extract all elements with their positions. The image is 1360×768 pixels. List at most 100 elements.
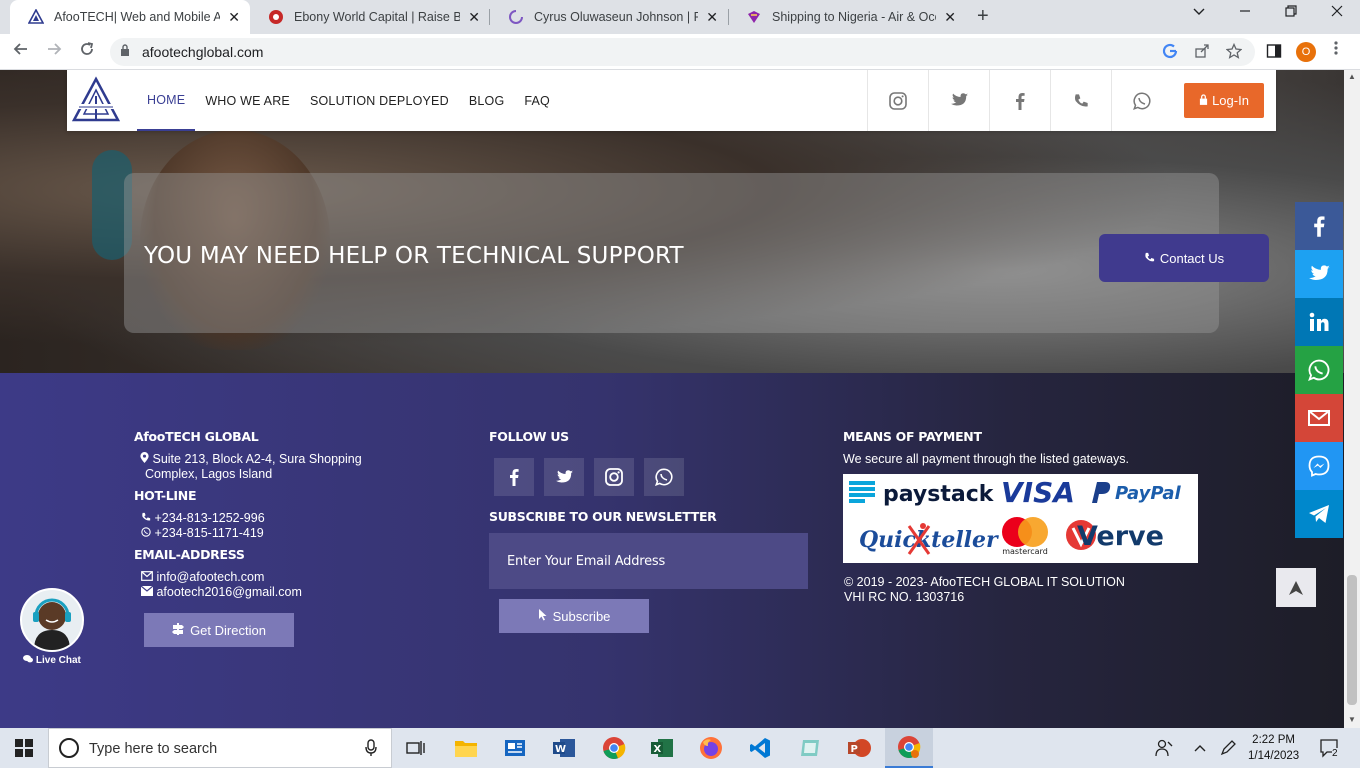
minimize-icon[interactable] xyxy=(1238,4,1252,23)
nav-home[interactable]: HOME xyxy=(137,70,196,131)
forward-arrow-icon[interactable] xyxy=(45,40,63,63)
browser-tab-afootech[interactable]: AfooTECH| Web and Mobile App ✕ xyxy=(10,0,250,34)
telegram-icon[interactable] xyxy=(1295,490,1343,538)
close-window-icon[interactable] xyxy=(1330,4,1344,23)
google-icon[interactable] xyxy=(1162,43,1178,62)
whatsapp-icon[interactable] xyxy=(1111,70,1172,131)
hotline-phone-1[interactable]: +234-813-1252-996 xyxy=(154,511,264,525)
facebook-icon[interactable] xyxy=(494,458,534,496)
email-link-2[interactable]: afootech2016@gmail.com xyxy=(156,585,301,599)
get-direction-button[interactable]: Get Direction xyxy=(144,613,294,647)
shipping-favicon-icon xyxy=(746,9,762,25)
generic-app-icon[interactable] xyxy=(796,734,824,762)
side-panel-icon[interactable] xyxy=(1266,43,1282,64)
nav-faq[interactable]: FAQ xyxy=(514,70,560,131)
chevron-up-icon[interactable] xyxy=(1186,734,1214,762)
loading-spinner-icon xyxy=(508,9,524,25)
close-tab-icon[interactable]: ✕ xyxy=(944,9,956,26)
page-scrollbar[interactable]: ▲ ▼ xyxy=(1344,70,1360,728)
tab-search-chevron-icon[interactable] xyxy=(1192,4,1206,23)
twitter-icon[interactable] xyxy=(928,70,989,131)
instagram-icon[interactable] xyxy=(594,458,634,496)
tab-title: Shipping to Nigeria - Air & Ocea xyxy=(772,10,937,24)
powerpoint-icon[interactable]: P xyxy=(845,734,873,762)
whatsapp-icon[interactable] xyxy=(644,458,684,496)
newsletter-email-input[interactable] xyxy=(489,533,808,589)
browser-tab-strip: AfooTECH| Web and Mobile App ✕ Ebony Wor… xyxy=(0,0,1360,34)
tab-title: AfooTECH| Web and Mobile App xyxy=(54,10,221,24)
nav-blog[interactable]: BLOG xyxy=(459,70,515,131)
whatsapp-icon[interactable] xyxy=(1295,346,1343,394)
reload-icon[interactable] xyxy=(78,40,96,63)
share-icon[interactable] xyxy=(1194,43,1210,62)
chrome-active-icon[interactable] xyxy=(885,728,933,768)
profile-avatar[interactable]: O xyxy=(1296,42,1316,62)
bookmark-star-icon[interactable] xyxy=(1225,42,1243,62)
afootech-logo[interactable] xyxy=(71,76,121,124)
twitter-icon[interactable] xyxy=(1295,250,1343,298)
notification-center-icon[interactable]: 2 xyxy=(1316,734,1344,762)
file-explorer-icon[interactable] xyxy=(452,734,480,762)
scrollbar-thumb[interactable] xyxy=(1347,575,1357,705)
notification-count: 2 xyxy=(1332,748,1338,759)
live-chat-label[interactable]: Live Chat xyxy=(20,655,84,666)
company-title: AfooTECH GLOBAL xyxy=(134,429,259,444)
messenger-icon[interactable] xyxy=(1295,442,1343,490)
live-chat-avatar[interactable] xyxy=(20,588,84,652)
firefox-icon[interactable] xyxy=(697,734,725,762)
support-banner: YOU MAY NEED HELP OR TECHNICAL SUPPORT xyxy=(124,173,1219,333)
word-icon[interactable]: W xyxy=(550,734,578,762)
back-arrow-icon[interactable] xyxy=(12,40,30,63)
close-tab-icon[interactable]: ✕ xyxy=(468,9,480,26)
email-address-title: EMAIL-ADDRESS xyxy=(134,547,245,562)
twitter-icon[interactable] xyxy=(544,458,584,496)
back-to-top-button[interactable] xyxy=(1276,568,1316,607)
people-icon[interactable] xyxy=(1150,734,1178,762)
chrome-icon[interactable] xyxy=(600,734,628,762)
visa-logo: VISA xyxy=(1001,476,1075,509)
instagram-icon[interactable] xyxy=(867,70,928,131)
restore-icon[interactable] xyxy=(1284,4,1298,23)
tab-title: Cyrus Oluwaseun Johnson | Perso xyxy=(534,10,699,24)
nav-solution-deployed[interactable]: SOLUTION DEPLOYED xyxy=(300,70,459,131)
task-view-icon[interactable] xyxy=(402,734,430,762)
windows-start-icon[interactable] xyxy=(10,734,38,762)
taskbar-search-placeholder: Type here to search xyxy=(89,741,218,757)
email-link-1[interactable]: info@afootech.com xyxy=(156,570,264,584)
subscribe-button[interactable]: Subscribe xyxy=(499,599,649,633)
browser-tab-ebony[interactable]: Ebony World Capital | Raise Busin ✕ xyxy=(250,0,490,34)
site-header: HOME WHO WE ARE SOLUTION DEPLOYED BLOG F… xyxy=(67,70,1276,131)
live-chat-widget[interactable]: Live Chat xyxy=(20,588,84,666)
contact-us-button[interactable]: Contact Us xyxy=(1099,234,1269,282)
taskbar-clock[interactable]: 2:22 PM 1/14/2023 xyxy=(1248,732,1299,764)
close-tab-icon[interactable]: ✕ xyxy=(706,9,718,26)
browser-tab-shipping[interactable]: Shipping to Nigeria - Air & Ocea ✕ xyxy=(728,0,966,34)
nav-who-we-are[interactable]: WHO WE ARE xyxy=(195,70,300,131)
address-line-2: Complex, Lagos Island xyxy=(145,467,273,481)
login-button[interactable]: Log-In xyxy=(1184,83,1264,118)
microphone-icon[interactable] xyxy=(365,739,377,760)
support-heading: YOU MAY NEED HELP OR TECHNICAL SUPPORT xyxy=(144,243,684,269)
scroll-down-arrow-icon[interactable]: ▼ xyxy=(1348,715,1356,724)
hotline-phone-2[interactable]: +234-815-1171-419 xyxy=(154,526,263,540)
main-nav: HOME WHO WE ARE SOLUTION DEPLOYED BLOG F… xyxy=(137,70,560,131)
news-app-icon[interactable] xyxy=(501,734,529,762)
browser-menu-icon[interactable] xyxy=(1334,40,1338,61)
follow-us-icons xyxy=(494,458,684,496)
close-tab-icon[interactable]: ✕ xyxy=(228,9,240,26)
excel-icon[interactable]: X xyxy=(648,734,676,762)
new-tab-icon[interactable]: + xyxy=(977,5,989,28)
site-footer: AfooTECH GLOBAL Suite 213, Block A2-4, S… xyxy=(0,373,1344,728)
linkedin-icon[interactable] xyxy=(1295,298,1343,346)
pen-icon[interactable] xyxy=(1214,734,1242,762)
facebook-icon[interactable] xyxy=(1295,202,1343,250)
taskbar-search-box[interactable]: Type here to search xyxy=(48,728,392,768)
clock-date: 1/14/2023 xyxy=(1248,750,1300,762)
facebook-icon[interactable] xyxy=(989,70,1050,131)
browser-tab-cyrus[interactable]: Cyrus Oluwaseun Johnson | Perso ✕ xyxy=(490,0,728,34)
address-bar[interactable]: afootechglobal.com xyxy=(110,38,1255,66)
gmail-icon[interactable] xyxy=(1295,394,1343,442)
vscode-icon[interactable] xyxy=(746,734,774,762)
phone-icon[interactable] xyxy=(1050,70,1111,131)
scroll-up-arrow-icon[interactable]: ▲ xyxy=(1348,72,1356,81)
